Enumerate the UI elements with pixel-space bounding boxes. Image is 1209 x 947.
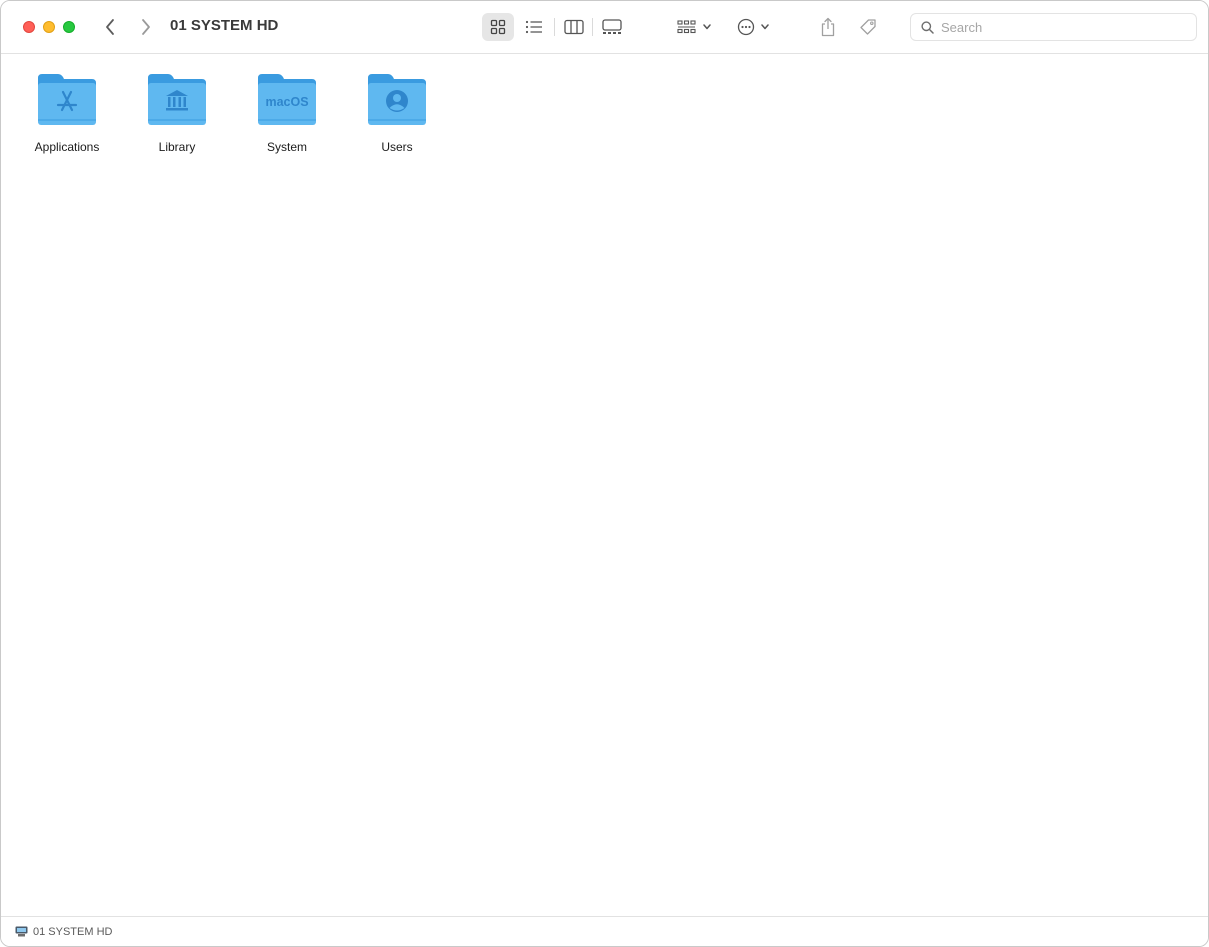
list-view-button[interactable]	[518, 13, 550, 41]
folder-item-users[interactable]: Users	[347, 72, 447, 154]
path-bar-label[interactable]: 01 SYSTEM HD	[33, 926, 112, 938]
folder-label: Users	[381, 140, 413, 154]
gallery-view-button[interactable]	[596, 13, 628, 41]
share-button[interactable]	[814, 13, 842, 41]
search-input[interactable]	[941, 19, 1181, 35]
search-icon	[921, 20, 934, 34]
gallery-icon	[602, 19, 622, 34]
finder-window: 01 SYSTEM HD Search Applications Library…	[0, 0, 1209, 947]
window-title: 01 SYSTEM HD	[170, 17, 279, 34]
folder-label: Library	[158, 140, 196, 154]
close-button[interactable]	[23, 21, 35, 33]
folder-label: Applications	[34, 140, 100, 154]
tags-button[interactable]	[854, 13, 882, 41]
library-folder-icon	[148, 74, 206, 125]
toolbar: 01 SYSTEM HD	[1, 1, 1208, 54]
share-icon	[821, 17, 835, 37]
hard-disk-icon[interactable]	[15, 926, 28, 937]
folder-item-system[interactable]: macOS System	[237, 72, 337, 154]
toolbar-divider	[592, 18, 593, 36]
toolbar-divider	[554, 18, 555, 36]
file-browser-content: Applications Library macOS System Users	[1, 54, 1208, 916]
folder-item-applications[interactable]: Applications	[17, 72, 117, 154]
folder-item-library[interactable]: Library	[127, 72, 227, 154]
action-menu-button[interactable]	[731, 13, 775, 41]
maximize-button[interactable]	[63, 21, 75, 33]
list-icon	[525, 20, 542, 34]
grid-icon	[490, 19, 506, 35]
ellipsis-circle-icon	[737, 18, 754, 36]
app-store-folder-icon	[38, 74, 96, 125]
path-bar: 01 SYSTEM HD	[1, 916, 1208, 946]
group-grid-icon	[676, 20, 696, 34]
users-folder-icon	[368, 74, 426, 125]
back-button[interactable]	[98, 15, 122, 39]
chevron-down-icon	[702, 24, 711, 30]
minimize-button[interactable]	[43, 21, 55, 33]
folder-label: System	[266, 140, 307, 154]
chevron-right-icon	[142, 19, 150, 35]
tag-icon	[860, 19, 876, 35]
forward-button[interactable]	[134, 15, 158, 39]
macos-badge: macOS	[265, 95, 308, 109]
icon-view-button[interactable]	[482, 13, 514, 41]
chevron-down-icon	[760, 24, 769, 30]
group-button[interactable]	[672, 13, 716, 41]
macos-folder-icon: macOS	[258, 74, 316, 125]
chevron-left-icon	[106, 19, 114, 35]
columns-icon	[564, 19, 584, 35]
search-field[interactable]	[910, 13, 1197, 41]
column-view-button[interactable]	[558, 13, 590, 41]
